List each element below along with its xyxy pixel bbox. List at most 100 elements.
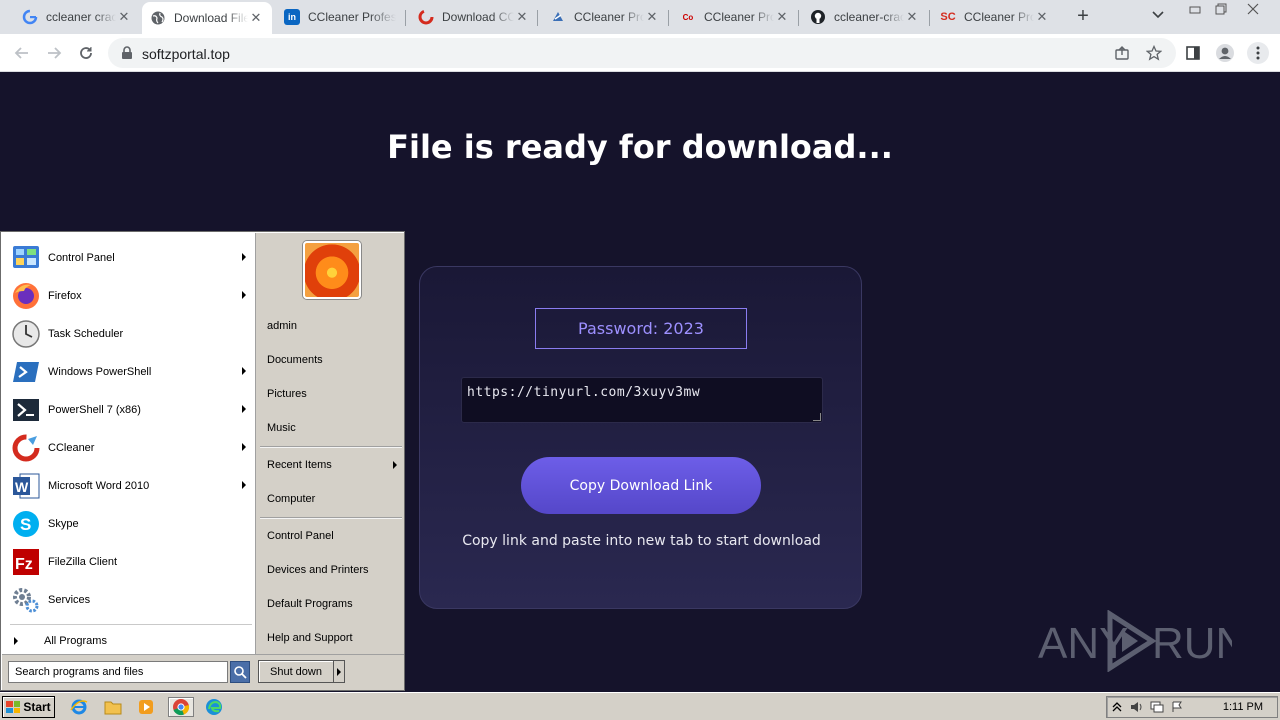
profile-avatar-icon[interactable] [1214,42,1236,64]
tab-ccleaner-crack[interactable]: ccleaner crack ✕ [14,0,140,34]
start-menu: Control Panel Firefox Task Scheduler Win… [0,231,405,691]
network-icon[interactable] [1147,699,1167,715]
tab-separator [798,10,799,26]
tab-search-chevron-icon[interactable] [1152,8,1164,22]
program-label: Microsoft Word 2010 [48,480,150,492]
svg-text:W: W [15,479,29,495]
shutdown-button[interactable]: Shut down [258,660,334,683]
taskbar-clock[interactable]: 1:11 PM [1223,701,1263,713]
tab-github[interactable]: ccleaner-crack ✕ [802,0,928,34]
tab-separator [929,10,930,26]
tab-title: Download CCleaner [442,10,514,24]
internet-explorer-icon[interactable] [68,697,90,717]
place-devices-and-printers[interactable]: Devices and Printers [267,559,403,581]
tab-download-ccleaner[interactable]: Download CCleaner ✕ [410,0,538,34]
media-player-icon[interactable] [135,697,157,717]
new-tab-button[interactable]: + [1072,6,1094,28]
program-control-panel[interactable]: Control Panel [10,240,254,276]
place-recent-items[interactable]: Recent Items [267,454,403,476]
restore-button[interactable] [1208,0,1234,18]
tab-ccleaner-pro-crack[interactable]: CCleaner Professional ✕ [542,0,668,34]
place-documents[interactable]: Documents [267,349,403,371]
place-pictures[interactable]: Pictures [267,383,403,405]
program-skype[interactable]: S Skype [10,506,254,542]
start-menu-places: admin Documents Pictures Music Recent It… [255,233,404,654]
close-tab-icon[interactable]: ✕ [644,9,660,25]
all-programs-item[interactable]: All Programs [10,631,254,651]
resize-grip-icon[interactable] [813,413,821,421]
place-music[interactable]: Music [267,417,403,439]
filezilla-icon: Fz [10,546,42,578]
program-label: Services [48,594,91,606]
tab-title: CCleaner Pro [964,10,1034,24]
share-icon[interactable] [1112,44,1132,62]
cowp-icon: Co [682,12,694,22]
file-explorer-icon[interactable] [102,697,124,717]
show-hidden-icons-icon[interactable] [1107,699,1127,715]
tab-linkedin[interactable]: in CCleaner Professional [276,0,404,34]
close-tab-icon[interactable]: ✕ [1034,9,1050,25]
close-tab-icon[interactable]: ✕ [774,9,790,25]
github-icon [810,9,826,25]
place-computer[interactable]: Computer [267,488,403,510]
kebab-menu-icon[interactable] [1247,42,1269,64]
copy-download-link-button[interactable]: Copy Download Link [521,457,761,514]
program-microsoft-word-2010[interactable]: W Microsoft Word 2010 [10,468,254,504]
all-programs-label: All Programs [44,635,107,647]
place-control-panel[interactable]: Control Panel [267,525,403,547]
svg-text:S: S [20,515,31,534]
program-windows-powershell[interactable]: Windows PowerShell [10,354,254,390]
reload-icon[interactable] [74,41,98,65]
place-default-programs[interactable]: Default Programs [267,593,403,615]
close-tab-icon[interactable]: ✕ [116,9,132,25]
crack-site-icon [550,9,566,25]
menu-divider [260,446,402,447]
close-tab-icon[interactable]: ✕ [904,9,920,25]
side-panel-icon[interactable] [1182,42,1204,64]
powershell7-icon [10,394,42,426]
minimize-button[interactable] [1182,0,1208,18]
place-admin[interactable]: admin [267,315,403,337]
download-link-textarea[interactable]: https://tinyurl.com/3xuyv3mw [461,377,823,423]
password-box: Password: 2023 [535,308,747,349]
program-firefox[interactable]: Firefox [10,278,254,314]
program-label: CCleaner [48,442,95,454]
submenu-arrow-icon [393,461,397,469]
instruction-text: Copy link and paste into new tab to star… [462,533,821,549]
tab-ccleaner-pro-cowp[interactable]: Co CCleaner Pro ✕ [672,0,798,34]
start-label: Start [23,700,51,714]
close-window-button[interactable] [1240,0,1266,18]
program-label: Control Panel [48,252,115,264]
program-services[interactable]: Services [10,582,254,618]
back-arrow-icon[interactable] [10,41,34,65]
tab-download-file[interactable]: Download File ✕ [142,2,272,34]
program-powershell-7[interactable]: PowerShell 7 (x86) [10,392,254,428]
url-text[interactable]: softzportal.top [142,46,230,62]
download-link-text[interactable]: https://tinyurl.com/3xuyv3mw [467,385,700,400]
edge-icon[interactable] [203,697,225,717]
address-bar[interactable]: softzportal.top [108,38,1176,68]
start-button[interactable]: Start [2,696,55,718]
action-center-flag-icon[interactable] [1167,699,1187,715]
chrome-icon[interactable] [168,697,194,717]
tab-title: CCleaner Pro [704,10,774,24]
shutdown-options-arrow-icon[interactable] [333,660,345,683]
volume-icon[interactable] [1127,699,1147,715]
search-icon[interactable] [230,661,250,683]
close-tab-icon[interactable]: ✕ [514,9,530,25]
place-help-and-support[interactable]: Help and Support [267,627,403,649]
forward-arrow-icon[interactable] [42,41,66,65]
all-programs-arrow-icon [14,637,18,645]
menu-divider [260,517,402,518]
tab-title: CCleaner Professional [574,10,644,24]
bookmark-star-icon[interactable] [1144,44,1164,62]
program-ccleaner[interactable]: CCleaner [10,430,254,466]
program-filezilla-client[interactable]: Fz FileZilla Client [10,544,254,580]
lock-icon[interactable] [120,46,134,60]
tab-ccleaner-pro-sc[interactable]: SC CCleaner Pro ✕ [932,0,1058,34]
close-tab-icon[interactable]: ✕ [248,10,264,26]
user-picture[interactable] [303,241,361,299]
submenu-arrow-icon [242,443,246,451]
program-task-scheduler[interactable]: Task Scheduler [10,316,254,352]
start-search-input[interactable]: Search programs and files [8,661,228,683]
